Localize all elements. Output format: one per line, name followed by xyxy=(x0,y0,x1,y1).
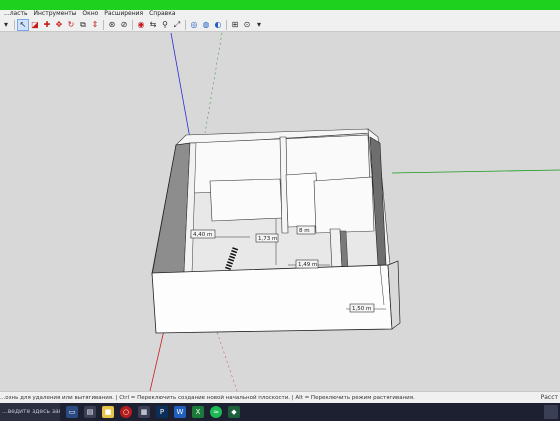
sketchup-icon[interactable]: ◆ xyxy=(228,406,240,418)
partition-mid[interactable] xyxy=(285,172,319,228)
orbit-icon[interactable]: ⇆ xyxy=(148,20,158,30)
status-text: ...ознь для удаления или вытягивания. | … xyxy=(0,395,415,401)
warehouse-icon[interactable]: ⊙ xyxy=(242,20,252,30)
tape-icon[interactable]: ⊘ xyxy=(119,20,129,30)
select-icon[interactable]: ↖ xyxy=(17,18,29,31)
move-icon[interactable]: ✥ xyxy=(54,20,64,30)
green-axis xyxy=(391,169,560,174)
pushpull-icon[interactable]: ⇕ xyxy=(90,20,100,30)
toolbar-separator xyxy=(185,19,186,30)
extension-icon[interactable]: ▾ xyxy=(254,20,264,30)
front-wall[interactable] xyxy=(151,264,393,334)
pan-icon[interactable]: ⚲ xyxy=(160,20,170,30)
left-wall-outer[interactable] xyxy=(151,142,191,276)
photoshop-icon[interactable]: P xyxy=(156,406,168,418)
taskbar-search[interactable]: ...ведите здесь запрос xyxy=(0,403,60,421)
store-icon[interactable]: ▦ xyxy=(138,406,150,418)
tray-icon[interactable] xyxy=(544,405,558,419)
toolbar-separator xyxy=(226,19,227,30)
text-icon[interactable]: ◉ xyxy=(136,20,146,30)
dimension-text-1: 4,40 m xyxy=(193,232,212,238)
taskbar: ...ведите здесь запрос ▭ ▤ ■ ○ ▦ P W X ≈… xyxy=(0,403,560,421)
partition-left[interactable] xyxy=(209,178,283,222)
component-icon[interactable]: ⊞ xyxy=(230,20,240,30)
style-icon[interactable]: ◐ xyxy=(213,20,223,30)
excel-icon[interactable]: X xyxy=(192,406,204,418)
section-icon[interactable]: ◍ xyxy=(201,20,211,30)
toolbar-separator xyxy=(14,19,15,30)
menu-item-help[interactable]: Справка xyxy=(149,10,175,18)
zoom-icon[interactable]: ⤢ xyxy=(172,20,182,30)
title-bar xyxy=(0,0,560,10)
opera-icon[interactable]: ○ xyxy=(120,406,132,418)
explorer-icon[interactable]: ▤ xyxy=(84,406,96,418)
red-axis-back xyxy=(213,322,238,391)
dimension-text-2: 1,73 m xyxy=(258,236,277,242)
menu-item-tools[interactable]: Инструменты xyxy=(34,10,77,18)
drawing-viewport[interactable]: 4,40 m 1,73 m 8 m 1,49 m 1,50 m IIIIIIII xyxy=(0,33,560,391)
dimension-text-4: 1,49 m xyxy=(298,262,317,268)
dimension-text-5: 1,50 m xyxy=(352,306,371,312)
dimension-text-3: 8 m xyxy=(299,228,310,234)
zoom-extents-icon[interactable]: ◎ xyxy=(189,20,199,30)
folder-icon[interactable]: ■ xyxy=(102,406,114,418)
blue-axis xyxy=(170,33,190,134)
dropdown-arrow-icon[interactable]: ▾ xyxy=(1,20,11,30)
menu-item-extensions[interactable]: Расширения xyxy=(104,10,143,18)
menu-item-view[interactable]: ...ласть xyxy=(4,10,28,18)
word-icon[interactable]: W xyxy=(174,406,186,418)
toolbar: ▾ ↖ ◪ ✚ ✥ ↻ ⧉ ⇕ ⊛ ⊘ ◉ ⇆ ⚲ ⤢ ◎ ◍ ◐ ⊞ ⊙ ▾ xyxy=(0,18,560,32)
paint-icon[interactable]: ✚ xyxy=(42,20,52,30)
toolbar-separator xyxy=(132,19,133,30)
offset-icon[interactable]: ⊛ xyxy=(107,20,117,30)
spotify-icon[interactable]: ≈ xyxy=(210,406,222,418)
toolbar-separator xyxy=(103,19,104,30)
partition-right[interactable] xyxy=(313,176,375,234)
scale-icon[interactable]: ⧉ xyxy=(78,20,88,30)
eraser-icon[interactable]: ◪ xyxy=(30,20,40,30)
menu-bar: ...ласть Инструменты Окно Расширения Спр… xyxy=(0,10,560,18)
rotate-icon[interactable]: ↻ xyxy=(66,20,76,30)
menu-item-window[interactable]: Окно xyxy=(82,10,98,18)
edge-icon[interactable]: ▭ xyxy=(66,406,78,418)
green-axis-back xyxy=(204,33,223,134)
model-canvas[interactable]: 4,40 m 1,73 m 8 m 1,49 m 1,50 m IIIIIIII xyxy=(0,33,560,391)
